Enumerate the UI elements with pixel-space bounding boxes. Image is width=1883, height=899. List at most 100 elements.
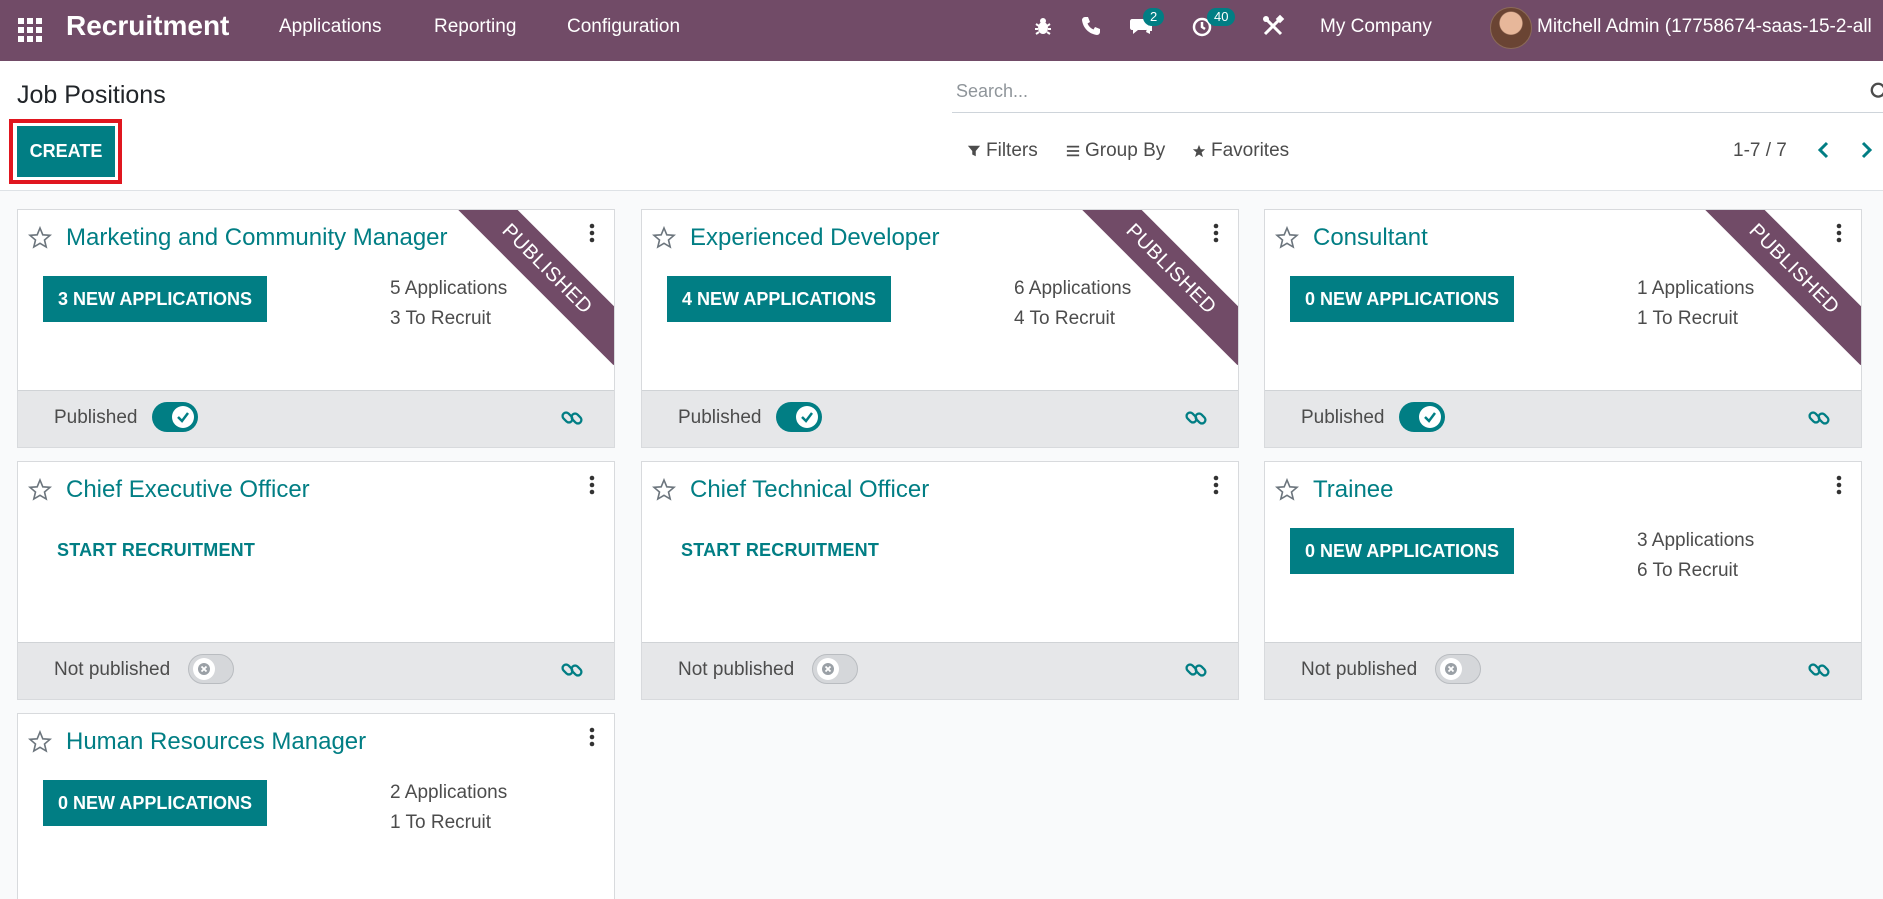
job-card[interactable]: Marketing and Community Manager PUBLISHE… (17, 209, 615, 448)
link-icon[interactable] (1184, 658, 1208, 682)
card-footer: Published (1265, 390, 1861, 447)
job-title[interactable]: Chief Technical Officer (690, 476, 929, 504)
search-bar (952, 73, 1883, 113)
x-icon (822, 663, 834, 675)
link-icon[interactable] (560, 658, 584, 682)
create-button[interactable]: CREATE (17, 126, 115, 177)
activities-badge: 40 (1207, 8, 1236, 26)
publish-status-label: Not published (54, 659, 171, 680)
job-card[interactable]: Trainee 0 NEW APPLICATIONS 3 Application… (1264, 461, 1862, 700)
to-recruit-count: 6 To Recruit (1637, 560, 1739, 581)
card-footer: Not published (642, 642, 1238, 699)
groupby-button[interactable]: Group By (1066, 140, 1165, 162)
start-recruitment-button[interactable]: START RECRUITMENT (681, 540, 879, 561)
messages-badge: 2 (1143, 8, 1165, 26)
activity-clock-icon[interactable]: 40 (1190, 8, 1236, 42)
job-card[interactable]: Chief Executive Officer START RECRUITMEN… (17, 461, 615, 700)
menu-applications[interactable]: Applications (279, 16, 381, 38)
card-footer: Published (18, 390, 614, 447)
applications-count[interactable]: 6 Applications (1014, 278, 1131, 300)
phone-icon[interactable] (1079, 14, 1105, 42)
publish-status-label: Published (678, 407, 762, 428)
search-icon[interactable] (1869, 81, 1883, 103)
check-icon (801, 412, 813, 423)
search-input[interactable] (952, 73, 1820, 109)
job-card[interactable]: Human Resources Manager 0 NEW APPLICATIO… (17, 713, 615, 899)
star-filled-icon (1192, 144, 1206, 158)
card-footer: Not published (18, 642, 614, 699)
card-menu-icon[interactable] (1212, 474, 1220, 496)
job-title[interactable]: Chief Executive Officer (66, 476, 310, 504)
card-footer: Published (642, 390, 1238, 447)
applications-count[interactable]: 5 Applications (390, 278, 507, 300)
publish-toggle[interactable] (1399, 402, 1445, 432)
to-recruit-count: 1 To Recruit (390, 812, 492, 833)
user-menu[interactable]: Mitchell Admin (17758674-saas-15-2-all (1537, 16, 1883, 38)
new-applications-button[interactable]: 0 NEW APPLICATIONS (1290, 276, 1515, 322)
favorites-button[interactable]: Favorites (1192, 140, 1289, 162)
publish-toggle[interactable] (812, 654, 858, 684)
card-menu-icon[interactable] (588, 474, 596, 496)
job-title[interactable]: Human Resources Manager (66, 728, 366, 756)
favorite-star-icon[interactable] (1275, 226, 1299, 250)
pager-previous-icon[interactable] (1812, 138, 1836, 162)
tools-icon[interactable] (1261, 14, 1287, 42)
menu-reporting[interactable]: Reporting (434, 16, 516, 38)
publish-toggle[interactable] (188, 654, 234, 684)
link-icon[interactable] (1807, 658, 1831, 682)
favorite-star-icon[interactable] (652, 226, 676, 250)
job-title[interactable]: Consultant (1313, 224, 1428, 252)
card-menu-icon[interactable] (1212, 222, 1220, 244)
check-icon (177, 412, 189, 423)
app-grid-icon[interactable] (15, 15, 43, 43)
x-icon (1445, 663, 1457, 675)
company-switcher[interactable]: My Company (1320, 16, 1432, 38)
to-recruit-count: 3 To Recruit (390, 308, 492, 329)
favorite-star-icon[interactable] (28, 226, 52, 250)
start-recruitment-button[interactable]: START RECRUITMENT (57, 540, 255, 561)
job-title[interactable]: Marketing and Community Manager (66, 224, 448, 252)
page-title: Job Positions (17, 81, 166, 109)
menu-configuration[interactable]: Configuration (567, 16, 680, 38)
favorites-label: Favorites (1211, 140, 1290, 161)
card-menu-icon[interactable] (588, 222, 596, 244)
favorite-star-icon[interactable] (28, 730, 52, 754)
chat-icon[interactable]: 2 (1129, 8, 1165, 42)
job-card[interactable]: Consultant PUBLISHED 0 NEW APPLICATIONS … (1264, 209, 1862, 448)
top-navbar: Recruitment Applications Reporting Confi… (0, 0, 1883, 61)
new-applications-button[interactable]: 3 NEW APPLICATIONS (43, 276, 268, 322)
applications-count[interactable]: 3 Applications (1637, 530, 1754, 552)
filters-label: Filters (986, 140, 1038, 161)
link-icon[interactable] (1184, 406, 1208, 430)
bug-icon[interactable] (1031, 14, 1057, 42)
job-card[interactable]: Chief Technical Officer START RECRUITMEN… (641, 461, 1239, 700)
card-menu-icon[interactable] (1835, 222, 1843, 244)
link-icon[interactable] (560, 406, 584, 430)
job-title[interactable]: Experienced Developer (690, 224, 939, 252)
card-menu-icon[interactable] (1835, 474, 1843, 496)
pager-next-icon[interactable] (1854, 138, 1878, 162)
new-applications-button[interactable]: 4 NEW APPLICATIONS (667, 276, 892, 322)
card-menu-icon[interactable] (588, 726, 596, 748)
favorite-star-icon[interactable] (28, 478, 52, 502)
x-icon (198, 663, 210, 675)
new-applications-button[interactable]: 0 NEW APPLICATIONS (43, 780, 268, 826)
link-icon[interactable] (1807, 406, 1831, 430)
pager-value[interactable]: 1-7 / 7 (1733, 140, 1787, 162)
favorite-star-icon[interactable] (652, 478, 676, 502)
applications-count[interactable]: 2 Applications (390, 782, 507, 804)
favorite-star-icon[interactable] (1275, 478, 1299, 502)
publish-toggle[interactable] (776, 402, 822, 432)
job-card[interactable]: Experienced Developer PUBLISHED 4 NEW AP… (641, 209, 1239, 448)
user-avatar[interactable] (1490, 7, 1532, 49)
publish-toggle[interactable] (1435, 654, 1481, 684)
publish-status-label: Not published (678, 659, 795, 680)
publish-toggle[interactable] (152, 402, 198, 432)
list-icon (1066, 145, 1080, 157)
app-brand[interactable]: Recruitment (66, 10, 229, 42)
groupby-label: Group By (1085, 140, 1166, 161)
job-title[interactable]: Trainee (1313, 476, 1393, 504)
applications-count[interactable]: 1 Applications (1637, 278, 1754, 300)
new-applications-button[interactable]: 0 NEW APPLICATIONS (1290, 528, 1515, 574)
filters-button[interactable]: Filters (967, 140, 1038, 162)
